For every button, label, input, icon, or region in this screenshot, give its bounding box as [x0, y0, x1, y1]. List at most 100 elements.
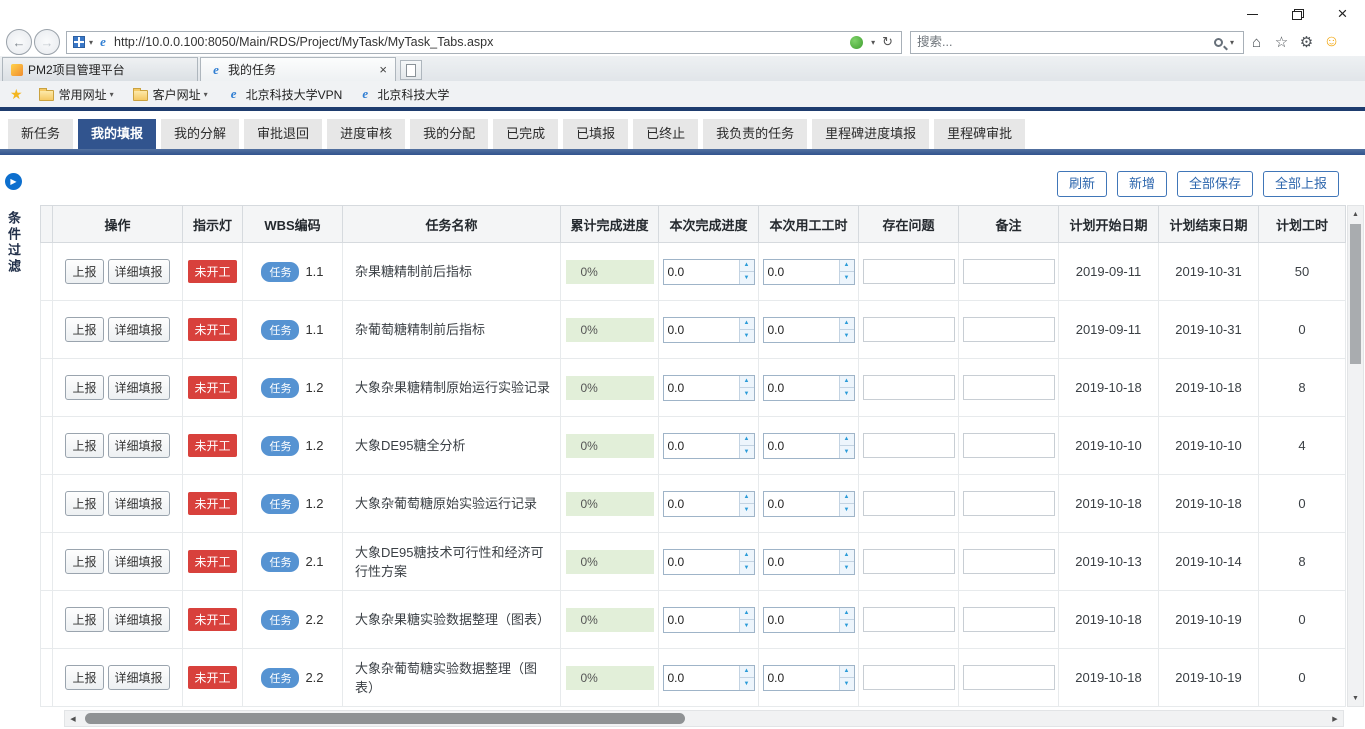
problem-input[interactable] — [863, 491, 955, 516]
spin-up-icon[interactable]: ▲ — [840, 666, 854, 679]
progress-input[interactable] — [664, 550, 739, 574]
spin-up-icon[interactable]: ▲ — [840, 434, 854, 447]
module-tab-8[interactable]: 已填报 — [563, 119, 628, 149]
report-button[interactable]: 上报 — [65, 549, 103, 574]
module-tab-3[interactable]: 我的分解 — [161, 119, 239, 149]
problem-input[interactable] — [863, 259, 955, 284]
browser-tab-1[interactable]: PM2项目管理平台 — [2, 57, 198, 81]
chevron-down-icon[interactable]: ▾ — [1230, 38, 1234, 47]
progress-input[interactable] — [664, 376, 739, 400]
progress-input[interactable] — [664, 318, 739, 342]
spin-up-icon[interactable]: ▲ — [840, 318, 854, 331]
spin-down-icon[interactable]: ▼ — [840, 504, 854, 516]
save-all-button[interactable]: 全部保存 — [1177, 171, 1253, 197]
report-button[interactable]: 上报 — [65, 317, 103, 342]
problem-input[interactable] — [863, 549, 955, 574]
remark-input[interactable] — [963, 259, 1055, 284]
work-hours-input[interactable] — [764, 608, 839, 632]
address-bar[interactable]: ▾ http://10.0.0.100:8050/Main/RDS/Projec… — [66, 31, 902, 54]
spin-down-icon[interactable]: ▼ — [840, 446, 854, 458]
module-tab-9[interactable]: 已终止 — [633, 119, 698, 149]
spin-up-icon[interactable]: ▲ — [840, 492, 854, 505]
detail-fill-button[interactable]: 详细填报 — [108, 607, 170, 632]
progress-input[interactable] — [664, 608, 739, 632]
work-hours-input[interactable] — [764, 666, 839, 690]
report-button[interactable]: 上报 — [65, 491, 103, 516]
module-tab-7[interactable]: 已完成 — [493, 119, 558, 149]
favorites-item[interactable]: 北京科技大学VPN — [219, 83, 351, 105]
spin-up-icon[interactable]: ▲ — [840, 608, 854, 621]
scroll-up-icon[interactable]: ▲ — [1348, 206, 1363, 222]
spin-down-icon[interactable]: ▼ — [840, 620, 854, 632]
spin-up-icon[interactable]: ▲ — [740, 434, 754, 447]
spin-down-icon[interactable]: ▼ — [740, 562, 754, 574]
spin-up-icon[interactable]: ▲ — [840, 376, 854, 389]
work-hours-input[interactable] — [764, 318, 839, 342]
remark-input[interactable] — [963, 317, 1055, 342]
spin-up-icon[interactable]: ▲ — [740, 608, 754, 621]
search-input[interactable] — [917, 35, 1214, 49]
detail-fill-button[interactable]: 详细填报 — [108, 317, 170, 342]
add-button[interactable]: 新增 — [1117, 171, 1167, 197]
browser-tab-2[interactable]: 我的任务× — [200, 57, 396, 81]
refresh-button[interactable]: 刷新 — [1057, 171, 1107, 197]
favorites-icon[interactable]: ☆ — [1269, 30, 1294, 55]
detail-fill-button[interactable]: 详细填报 — [108, 491, 170, 516]
progress-input[interactable] — [664, 260, 739, 284]
report-button[interactable]: 上报 — [65, 665, 103, 690]
spin-down-icon[interactable]: ▼ — [840, 678, 854, 690]
remark-input[interactable] — [963, 433, 1055, 458]
work-hours-input[interactable] — [764, 492, 839, 516]
spin-down-icon[interactable]: ▼ — [740, 620, 754, 632]
spin-up-icon[interactable]: ▲ — [740, 260, 754, 273]
module-tab-4[interactable]: 审批退回 — [244, 119, 322, 149]
quick-tabs-icon[interactable] — [73, 36, 85, 48]
detail-fill-button[interactable]: 详细填报 — [108, 433, 170, 458]
detail-fill-button[interactable]: 详细填报 — [108, 665, 170, 690]
spin-up-icon[interactable]: ▲ — [740, 492, 754, 505]
chevron-down-icon[interactable]: ▾ — [871, 38, 875, 47]
url-text[interactable]: http://10.0.0.100:8050/Main/RDS/Project/… — [114, 35, 845, 49]
problem-input[interactable] — [863, 607, 955, 632]
new-tab-button[interactable] — [400, 60, 422, 80]
spin-up-icon[interactable]: ▲ — [740, 318, 754, 331]
submit-all-button[interactable]: 全部上报 — [1263, 171, 1339, 197]
restore-button[interactable] — [1275, 0, 1320, 28]
spin-up-icon[interactable]: ▲ — [740, 376, 754, 389]
horizontal-scrollbar[interactable]: ◀ ▶ — [64, 710, 1344, 727]
close-window-button[interactable]: × — [1320, 0, 1365, 28]
module-tab-11[interactable]: 里程碑进度填报 — [812, 119, 929, 149]
remark-input[interactable] — [963, 607, 1055, 632]
spin-down-icon[interactable]: ▼ — [740, 330, 754, 342]
scroll-right-icon[interactable]: ▶ — [1327, 711, 1343, 726]
report-button[interactable]: 上报 — [65, 259, 103, 284]
progress-input[interactable] — [664, 434, 739, 458]
detail-fill-button[interactable]: 详细填报 — [108, 259, 170, 284]
spin-up-icon[interactable]: ▲ — [840, 260, 854, 273]
minimize-button[interactable] — [1230, 0, 1275, 28]
report-button[interactable]: 上报 — [65, 375, 103, 400]
vertical-scrollbar[interactable]: ▲ ▼ — [1347, 205, 1364, 707]
feedback-smiley-icon[interactable]: ☺ — [1319, 30, 1344, 55]
spin-down-icon[interactable]: ▼ — [740, 678, 754, 690]
spin-up-icon[interactable]: ▲ — [740, 666, 754, 679]
chevron-down-icon[interactable]: ▾ — [89, 38, 93, 47]
spin-down-icon[interactable]: ▼ — [840, 330, 854, 342]
settings-gear-icon[interactable]: ⚙ — [1294, 30, 1319, 55]
work-hours-input[interactable] — [764, 550, 839, 574]
favorites-item[interactable]: 常用网址▾ — [31, 83, 125, 105]
filter-expand-button[interactable]: ▶ — [5, 173, 22, 190]
remark-input[interactable] — [963, 549, 1055, 574]
close-tab-icon[interactable]: × — [379, 62, 387, 77]
report-button[interactable]: 上报 — [65, 433, 103, 458]
scroll-left-icon[interactable]: ◀ — [65, 711, 81, 726]
spin-down-icon[interactable]: ▼ — [840, 562, 854, 574]
problem-input[interactable] — [863, 375, 955, 400]
spin-down-icon[interactable]: ▼ — [740, 504, 754, 516]
detail-fill-button[interactable]: 详细填报 — [108, 549, 170, 574]
favorites-item[interactable]: 客户网址▾ — [125, 83, 219, 105]
work-hours-input[interactable] — [764, 376, 839, 400]
addon-icon[interactable] — [850, 36, 863, 49]
spin-down-icon[interactable]: ▼ — [840, 388, 854, 400]
favorites-item[interactable]: 北京科技大学 — [350, 83, 457, 105]
